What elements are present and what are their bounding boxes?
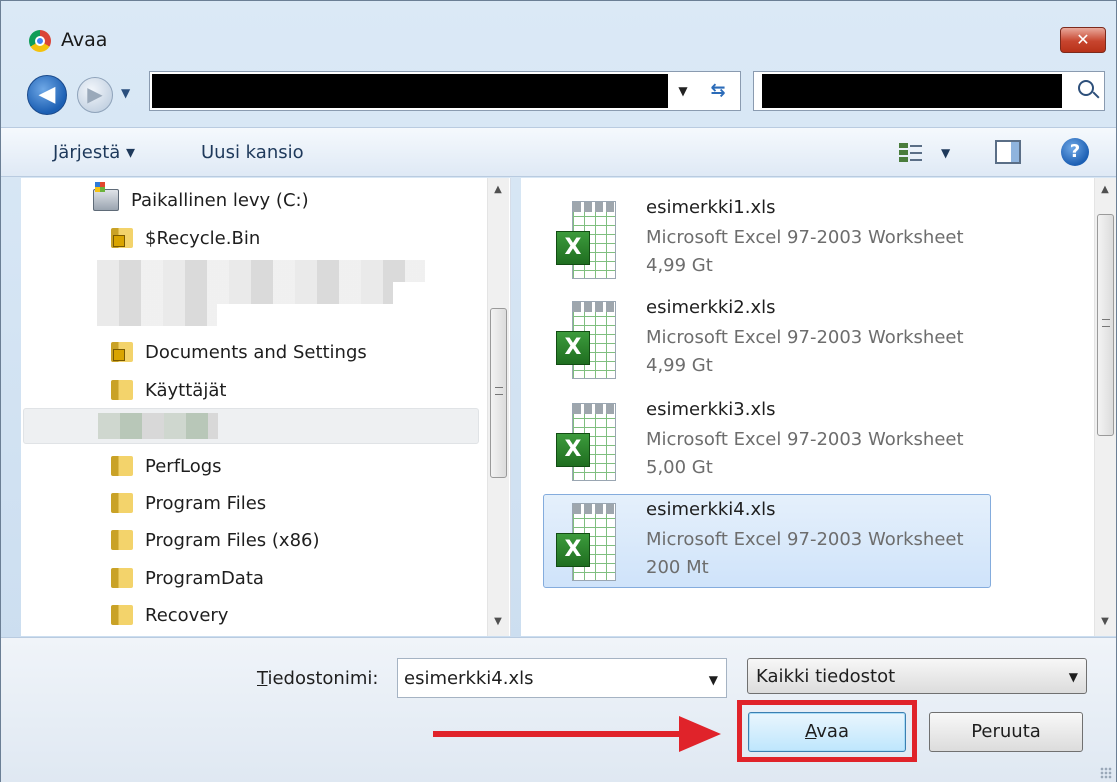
- filename-dropdown-icon[interactable]: ▼: [709, 673, 718, 687]
- chrome-icon: [29, 30, 51, 52]
- scrollbar-thumb[interactable]: [1097, 214, 1114, 436]
- file-size: 4,99 Gt: [646, 255, 713, 276]
- organize-button[interactable]: Järjestä ▾: [53, 142, 135, 163]
- forward-button[interactable]: ▶: [77, 77, 113, 113]
- back-button[interactable]: ◀: [27, 75, 67, 115]
- search-icon[interactable]: [1078, 80, 1094, 96]
- filename-label: Tiedostonimi:: [257, 668, 379, 689]
- grip-icon: [1102, 319, 1110, 327]
- blurred-selected-item[interactable]: [23, 408, 479, 444]
- locked-folder-icon: [111, 342, 133, 362]
- folder-icon: [111, 530, 133, 550]
- tree-item-label: Program Files (x86): [145, 529, 320, 551]
- address-row: ◀ ▶ ▼ ▼ ⇆: [1, 71, 1116, 119]
- file-item[interactable]: X esimerkki1.xls Microsoft Excel 97-2003…: [543, 192, 991, 286]
- tree-item-documents-and-settings[interactable]: Documents and Settings: [111, 336, 367, 368]
- address-dropdown-icon[interactable]: ▼: [670, 75, 696, 107]
- tree-item-label: Käyttäjät: [145, 379, 227, 401]
- view-options-icon[interactable]: [899, 142, 923, 164]
- folder-icon: [111, 568, 133, 588]
- tree-item-label: Recovery: [145, 604, 229, 626]
- scroll-up-arrow-icon[interactable]: ▲: [1095, 184, 1115, 195]
- blurred-item: [97, 260, 425, 282]
- tree-item-local-disk[interactable]: Paikallinen levy (C:): [93, 182, 309, 216]
- tree-item-program-files[interactable]: Program Files: [111, 487, 266, 519]
- annotation-arrow: [433, 731, 683, 737]
- file-item[interactable]: X esimerkki2.xls Microsoft Excel 97-2003…: [543, 292, 991, 386]
- annotation-arrowhead: [679, 716, 721, 752]
- tree-scrollbar[interactable]: ▲ ▼: [487, 178, 509, 636]
- cancel-button[interactable]: Peruuta: [929, 712, 1083, 752]
- new-folder-button[interactable]: Uusi kansio: [201, 142, 304, 163]
- file-name: esimerkki3.xls: [646, 399, 776, 420]
- search-input[interactable]: [753, 71, 1105, 111]
- redacted-search: [762, 74, 1062, 108]
- scroll-down-arrow-icon[interactable]: ▼: [1095, 616, 1115, 627]
- tree-item-recycle-bin[interactable]: $Recycle.Bin: [111, 222, 260, 254]
- recent-locations-chevron-icon[interactable]: ▼: [121, 86, 130, 100]
- window-title: Avaa: [61, 29, 108, 51]
- file-type: Microsoft Excel 97-2003 Worksheet: [646, 529, 964, 550]
- file-list-scrollbar[interactable]: ▲ ▼: [1094, 178, 1116, 636]
- redacted-path: [152, 74, 668, 108]
- tree-item-recovery[interactable]: Recovery: [111, 599, 228, 631]
- file-type: Microsoft Excel 97-2003 Worksheet: [646, 227, 964, 248]
- filename-value: esimerkki4.xls: [404, 668, 534, 689]
- excel-file-icon: X: [556, 503, 618, 583]
- file-size: 4,99 Gt: [646, 355, 713, 376]
- open-file-dialog: Avaa ✕ ◀ ▶ ▼ ▼ ⇆ Järjestä ▾ Uusi kansio …: [0, 0, 1117, 782]
- filename-input[interactable]: esimerkki4.xls ▼: [397, 658, 727, 698]
- view-dropdown-chevron-icon[interactable]: ▼: [941, 146, 950, 160]
- filetype-select[interactable]: Kaikki tiedostot ▼: [747, 658, 1087, 694]
- open-button[interactable]: Avaa: [748, 712, 906, 752]
- locked-folder-icon: [111, 228, 133, 248]
- folder-icon: [111, 456, 133, 476]
- navigation-pane[interactable]: Paikallinen levy (C:) $Recycle.Bin Docum…: [21, 178, 511, 636]
- tree-item-perflogs[interactable]: PerfLogs: [111, 450, 222, 482]
- file-list[interactable]: X esimerkki1.xls Microsoft Excel 97-2003…: [521, 178, 1116, 636]
- scroll-down-arrow-icon[interactable]: ▼: [488, 616, 508, 627]
- file-type: Microsoft Excel 97-2003 Worksheet: [646, 429, 964, 450]
- tree-item-label: $Recycle.Bin: [145, 227, 261, 249]
- scroll-up-arrow-icon[interactable]: ▲: [488, 184, 508, 195]
- dialog-footer: Tiedostonimi: esimerkki4.xls ▼ Kaikki ti…: [1, 637, 1116, 782]
- file-name: esimerkki1.xls: [646, 197, 776, 218]
- folder-icon: [111, 380, 133, 400]
- tree-item-program-files-x86[interactable]: Program Files (x86): [111, 524, 320, 556]
- filetype-value: Kaikki tiedostot: [756, 666, 896, 687]
- close-button[interactable]: ✕: [1060, 27, 1106, 53]
- preview-pane-icon[interactable]: [995, 140, 1021, 164]
- file-size: 200 Mt: [646, 557, 709, 578]
- blurred-item: [97, 282, 393, 304]
- file-name: esimerkki4.xls: [646, 499, 776, 520]
- folder-icon: [111, 605, 133, 625]
- file-item[interactable]: X esimerkki3.xls Microsoft Excel 97-2003…: [543, 394, 991, 488]
- blurred-item: [97, 304, 217, 326]
- scrollbar-thumb[interactable]: [490, 308, 507, 478]
- file-size: 5,00 Gt: [646, 457, 713, 478]
- tree-item-label: Paikallinen levy (C:): [131, 189, 309, 211]
- refresh-button[interactable]: ⇆: [700, 75, 736, 107]
- tree-item-label: Program Files: [145, 492, 267, 514]
- file-type: Microsoft Excel 97-2003 Worksheet: [646, 327, 964, 348]
- excel-file-icon: X: [556, 403, 618, 483]
- excel-file-icon: X: [556, 201, 618, 281]
- resize-grip-icon[interactable]: [1100, 767, 1112, 779]
- title-bar[interactable]: Avaa ✕: [1, 1, 1116, 53]
- filetype-dropdown-icon[interactable]: ▼: [1069, 670, 1078, 684]
- folder-icon: [111, 493, 133, 513]
- tree-item-programdata[interactable]: ProgramData: [111, 562, 264, 594]
- tree-item-users[interactable]: Käyttäjät: [111, 374, 226, 406]
- drive-icon: [93, 182, 119, 211]
- file-name: esimerkki2.xls: [646, 297, 776, 318]
- grip-icon: [495, 387, 503, 395]
- help-icon[interactable]: ?: [1061, 138, 1089, 166]
- command-bar: Järjestä ▾ Uusi kansio ▼ ?: [1, 127, 1116, 177]
- tree-item-label: PerfLogs: [145, 455, 222, 477]
- excel-file-icon: X: [556, 301, 618, 381]
- address-bar[interactable]: ▼ ⇆: [149, 71, 741, 111]
- tree-item-label: ProgramData: [145, 567, 264, 589]
- tree-item-label: Documents and Settings: [145, 341, 367, 363]
- file-item-selected[interactable]: X esimerkki4.xls Microsoft Excel 97-2003…: [543, 494, 991, 588]
